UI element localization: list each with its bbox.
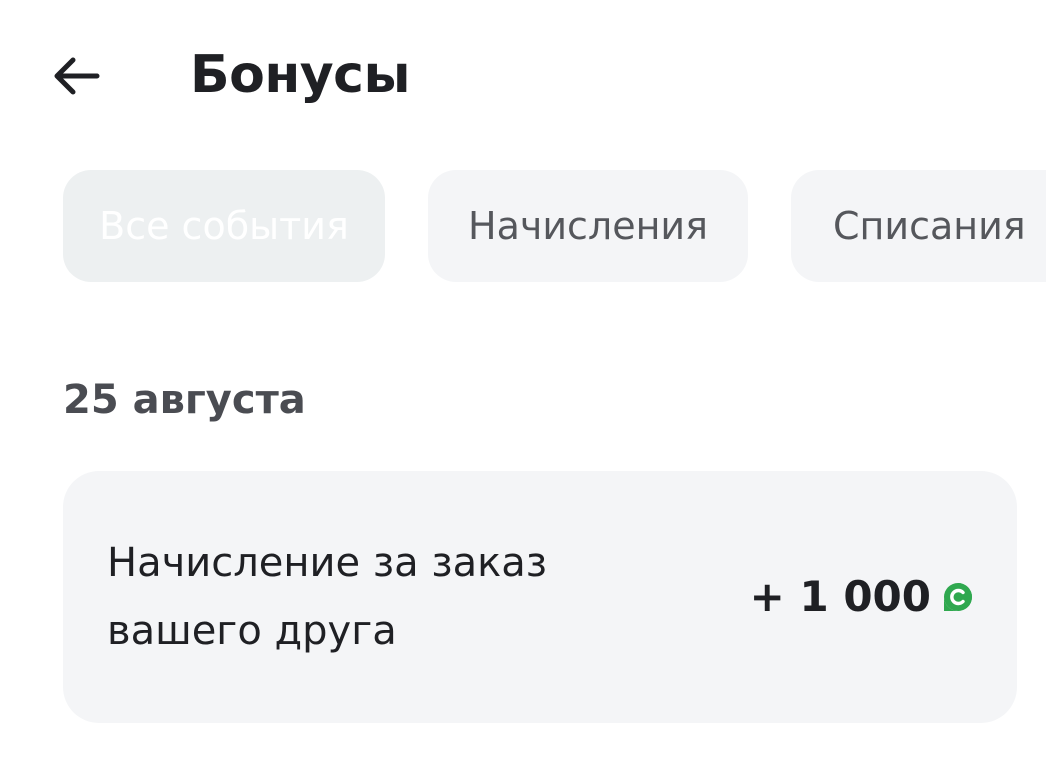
tab-accruals[interactable]: Начисления xyxy=(428,170,748,282)
event-amount: + 1 000 xyxy=(749,572,931,621)
arrow-left-icon xyxy=(54,57,100,95)
tab-writeoffs[interactable]: Списания xyxy=(791,170,1046,282)
bonus-event-card[interactable]: Начисление за заказ вашего друга + 1 000 xyxy=(63,471,1017,723)
tab-all-events[interactable]: Все события xyxy=(63,170,385,282)
date-header: 25 августа xyxy=(63,377,306,423)
bonuses-screen: Бонусы Все события Начисления Списания 2… xyxy=(0,0,1046,768)
page-title: Бонусы xyxy=(190,45,411,105)
event-description: Начисление за заказ вашего друга xyxy=(107,540,548,654)
back-button[interactable] xyxy=(44,48,106,104)
bonus-coin-icon xyxy=(944,583,972,611)
